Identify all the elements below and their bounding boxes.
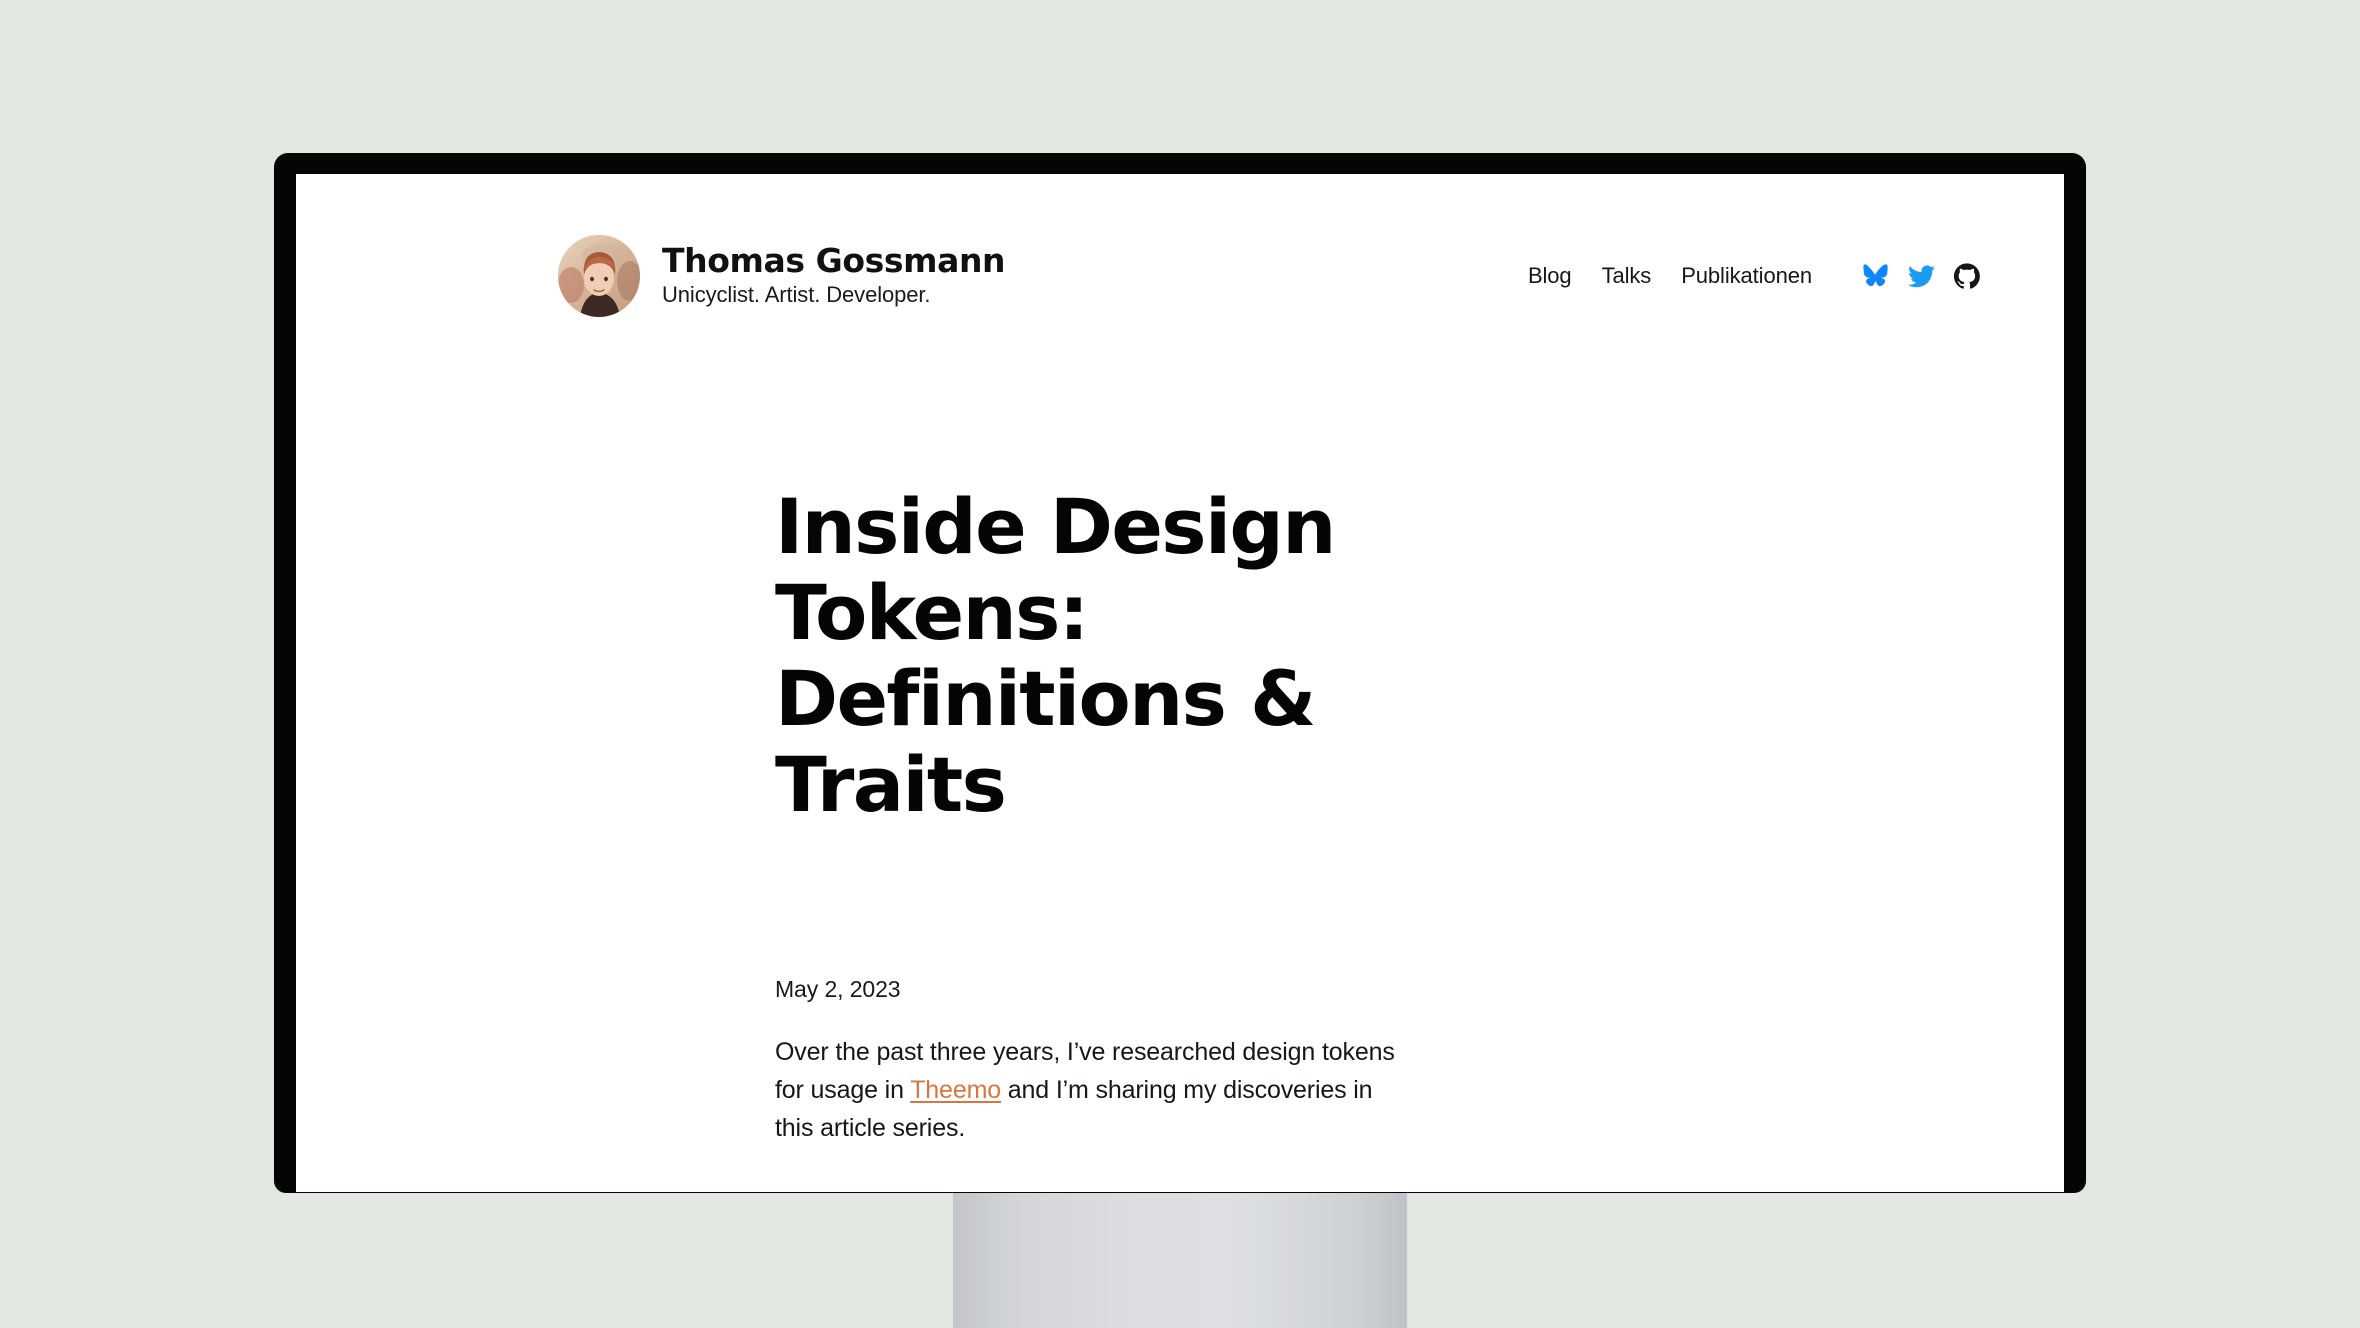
brand-text: Thomas Gossmann Unicyclist. Artist. Deve… xyxy=(662,241,1006,308)
brand-home-link[interactable]: Thomas Gossmann Unicyclist. Artist. Deve… xyxy=(558,235,1006,317)
nav-item-talks[interactable]: Talks xyxy=(1602,263,1652,289)
monitor-scene: Thomas Gossmann Unicyclist. Artist. Deve… xyxy=(0,0,2360,1328)
twitter-icon[interactable] xyxy=(1906,261,1936,291)
github-icon[interactable] xyxy=(1952,261,1982,291)
brand-tagline: Unicyclist. Artist. Developer. xyxy=(662,282,931,308)
monitor-screen: Thomas Gossmann Unicyclist. Artist. Deve… xyxy=(296,174,2064,1192)
bluesky-icon[interactable] xyxy=(1860,261,1890,291)
series-lead-paragraph: This series splits into 10 articles: xyxy=(775,1191,1415,1193)
site-nav: Blog Talks Publikationen xyxy=(1528,261,1982,291)
social-links xyxy=(1860,261,1982,291)
article-date: May 2, 2023 xyxy=(775,975,901,1002)
theemo-link[interactable]: Theemo xyxy=(910,1076,1001,1104)
brand-name: Thomas Gossmann xyxy=(662,241,1006,281)
monitor-stand xyxy=(953,1188,1407,1328)
page-title: Inside Design Tokens: Definitions & Trai… xyxy=(775,482,1336,829)
website-page: Thomas Gossmann Unicyclist. Artist. Deve… xyxy=(296,174,2064,1192)
nav-item-blog[interactable]: Blog xyxy=(1528,263,1572,289)
avatar xyxy=(558,235,640,317)
nav-item-publikationen[interactable]: Publikationen xyxy=(1681,263,1812,289)
site-header: Thomas Gossmann Unicyclist. Artist. Deve… xyxy=(296,228,2064,324)
article: Inside Design Tokens: Definitions & Trai… xyxy=(775,484,1875,1192)
article-intro-paragraph: Over the past three years, I’ve research… xyxy=(775,1033,1415,1147)
